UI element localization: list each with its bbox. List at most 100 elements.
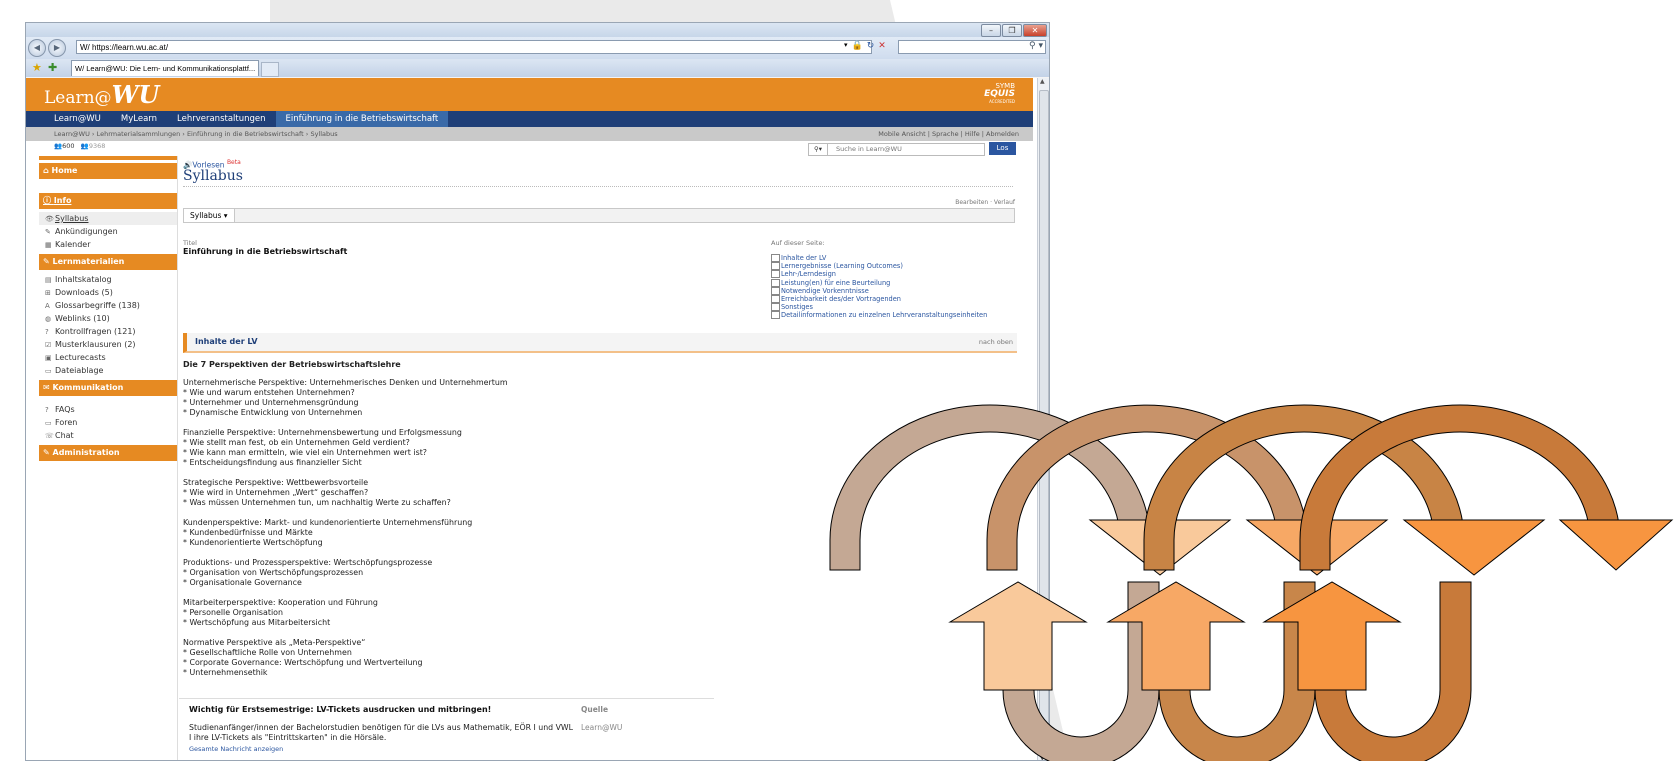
search-icon[interactable]: ⚲▾ bbox=[809, 144, 828, 155]
on-this-page-links: Inhalte der LV Lernergebnisse (Learning … bbox=[771, 254, 987, 320]
site-favicon-icon: W/ bbox=[80, 43, 92, 52]
forward-icon[interactable]: ▶ bbox=[48, 39, 66, 57]
sidebar-item-syllabus[interactable]: 👁Syllabus bbox=[39, 212, 177, 225]
minimize-icon[interactable]: – bbox=[981, 24, 1001, 37]
back-icon[interactable]: ◀ bbox=[28, 39, 46, 57]
toc-link[interactable]: Detailinformationen zu einzelnen Lehrver… bbox=[771, 311, 987, 320]
link-icon bbox=[771, 262, 780, 271]
toc-link[interactable]: Erreichbarkeit des/der Vortragenden bbox=[771, 295, 987, 304]
close-icon[interactable]: ✕ bbox=[1023, 24, 1047, 37]
restore-icon[interactable]: ❐ bbox=[1002, 24, 1022, 37]
sidebar-item-lecturecasts[interactable]: ▣ Lecturecasts bbox=[39, 351, 177, 364]
learnwu-logo[interactable]: Learn@WU bbox=[44, 82, 159, 111]
source-label: Quelle bbox=[581, 705, 609, 714]
tab-favicon-icon: W/ bbox=[75, 64, 87, 73]
stop-icon[interactable]: ✕ bbox=[878, 41, 886, 51]
sidebar-item-faqs[interactable]: ? FAQs bbox=[39, 403, 177, 416]
lock-icon[interactable]: 🔒 bbox=[852, 41, 863, 51]
breadcrumb-bar: Learn@WU › Lehrmaterialsammlungen › Einf… bbox=[26, 127, 1033, 141]
scroll-thumb[interactable] bbox=[1039, 90, 1049, 752]
link-icon bbox=[771, 311, 780, 320]
scroll-down-icon[interactable]: ▼ bbox=[1040, 755, 1045, 760]
search-button[interactable]: Los bbox=[989, 142, 1016, 155]
link-icon bbox=[771, 295, 780, 304]
browser-search-input[interactable]: ⚲ ▾ bbox=[898, 40, 1046, 54]
sidebar-item-dateiablage[interactable]: ▭ Dateiablage bbox=[39, 364, 177, 377]
users-icon: 👥 bbox=[54, 142, 63, 150]
sidebar-home[interactable]: ⌂ Home bbox=[39, 163, 177, 179]
site-header: Learn@WU SYMB EQUIS ACCREDITED bbox=[26, 78, 1033, 111]
top-links[interactable]: Mobile Ansicht | Sprache | Hilfe | Abmel… bbox=[878, 127, 1019, 141]
breadcrumb[interactable]: Learn@WU › Lehrmaterialsammlungen › Einf… bbox=[54, 127, 338, 141]
visits-icon: 👥 bbox=[80, 142, 89, 150]
body-text: Unternehmerische Perspektive: Unternehme… bbox=[183, 378, 508, 677]
sidebar-item-inhaltskatalog[interactable]: ▤ Inhaltskatalog bbox=[39, 273, 177, 286]
title-value: Einführung in die Betriebswirtschaft bbox=[183, 247, 348, 256]
chat-icon: ☏ bbox=[45, 432, 54, 440]
communication-icon: ✉ bbox=[43, 383, 53, 392]
sidebar-item-announcements[interactable]: ✎ Ankündigungen bbox=[39, 225, 177, 238]
favorites-star-icon[interactable]: ★ bbox=[32, 61, 42, 74]
home-icon: ⌂ bbox=[43, 166, 52, 175]
folder-icon: ▭ bbox=[45, 367, 52, 375]
tab-learnwu[interactable]: W/ Learn@WU: Die Lern- und Kommunikation… bbox=[71, 60, 259, 76]
sidebar-item-musterklausuren[interactable]: ☑ Musterklausuren (2) bbox=[39, 338, 177, 351]
section-title: Inhalte der LV bbox=[195, 337, 258, 346]
body-heading: Die 7 Perspektiven der Betriebswirtschaf… bbox=[183, 360, 401, 369]
back-to-top-link[interactable]: nach oben bbox=[979, 338, 1013, 346]
title-label: Titel bbox=[183, 239, 197, 247]
sidebar-item-downloads[interactable]: ⊞ Downloads (5) bbox=[39, 286, 177, 299]
sidebar-item-chat[interactable]: ☏Chat bbox=[39, 429, 177, 442]
scroll-up-icon[interactable]: ▲ bbox=[1040, 78, 1045, 85]
nav-mylearn[interactable]: MyLearn bbox=[111, 111, 167, 127]
toc-link[interactable]: Inhalte der LV bbox=[771, 254, 987, 262]
sidebar-item-weblinks[interactable]: ◍ Weblinks (10) bbox=[39, 312, 177, 325]
sidebar-kommunikation[interactable]: ✉ Kommunikation bbox=[39, 380, 177, 396]
syllabus-toolbar: Syllabus ▾ bbox=[183, 208, 1015, 223]
edit-links[interactable]: Bearbeiten · Verlauf bbox=[955, 199, 1015, 206]
sidebar-lernmaterialien[interactable]: ✎ Lernmaterialien bbox=[39, 254, 177, 270]
new-tab-button[interactable] bbox=[261, 62, 279, 77]
syllabus-body: Die 7 Perspektiven der Betriebswirtschaf… bbox=[183, 360, 508, 678]
syllabus-dropdown[interactable]: Syllabus ▾ bbox=[184, 209, 235, 222]
add-favorites-icon[interactable]: ✚ bbox=[48, 61, 57, 74]
site-search-input[interactable]: ⚲▾ Suche in Learn@WU bbox=[808, 143, 985, 156]
main-navigation: Learn@WU MyLearn Lehrveranstaltungen Ein… bbox=[26, 111, 1033, 127]
refresh-icon[interactable]: ↻ bbox=[867, 41, 875, 51]
calendar-icon: ▦ bbox=[45, 241, 52, 249]
title-bar: – ❐ ✕ bbox=[26, 23, 1049, 37]
section-header: Inhalte der LV nach oben bbox=[183, 333, 1017, 353]
sidebar-item-calendar[interactable]: ▦ Kalender bbox=[39, 238, 177, 251]
browser-window: – ❐ ✕ ◀ ▶ W/ https://learn.wu.ac.at/ ▾ 🔒… bbox=[25, 22, 1050, 761]
address-bar[interactable]: W/ https://learn.wu.ac.at/ bbox=[76, 40, 872, 54]
vertical-scrollbar[interactable]: ▲ ▼ bbox=[1037, 78, 1049, 760]
sidebar-info[interactable]: ⓘ Info bbox=[39, 193, 177, 209]
sidebar: ⌂ Home ⓘ Info 👁Syllabus ✎ Ankündigungen ▦… bbox=[39, 156, 178, 760]
notice-box: Wichtig für Erstsemestrige: LV-Tickets a… bbox=[179, 698, 714, 760]
dropdown-icon[interactable]: ▾ bbox=[844, 41, 848, 51]
nav-course[interactable]: Einführung in die Betriebswirtschaft bbox=[275, 111, 449, 127]
main-content: 🔊Vorlesen Beta Syllabus Bearbeiten · Ver… bbox=[179, 156, 1019, 760]
toc-link[interactable]: Lehr-/Lerndesign bbox=[771, 270, 987, 279]
source-value: Learn@WU bbox=[581, 723, 623, 732]
toc-link[interactable]: Sonstiges bbox=[771, 303, 987, 312]
sidebar-item-foren[interactable]: ▭ Foren bbox=[39, 416, 177, 429]
toc-link[interactable]: Leistung(en) für eine Beurteilung bbox=[771, 278, 987, 287]
nav-learnwu[interactable]: Learn@WU bbox=[26, 111, 111, 127]
navigation-bar: ◀ ▶ W/ https://learn.wu.ac.at/ ▾ 🔒 ↻ ✕ ⚲… bbox=[26, 37, 1049, 59]
info-icon: ⓘ bbox=[43, 196, 54, 205]
link-icon bbox=[771, 303, 780, 312]
nav-lehrveranstaltungen[interactable]: Lehrveranstaltungen bbox=[167, 111, 276, 127]
link-icon bbox=[771, 278, 780, 287]
equis-logo: SYMB EQUIS ACCREDITED bbox=[984, 82, 1015, 104]
sidebar-item-glossar[interactable]: A Glossarbegriffe (138) bbox=[39, 299, 177, 312]
sidebar-administration[interactable]: ✎ Administration bbox=[39, 445, 177, 461]
show-full-message-link[interactable]: Gesamte Nachricht anzeigen bbox=[189, 745, 283, 753]
link-icon bbox=[771, 286, 780, 295]
toc-link[interactable]: Notwendige Vorkenntnisse bbox=[771, 286, 987, 295]
sidebar-item-kontrollfragen[interactable]: ? Kontrollfragen (121) bbox=[39, 325, 177, 338]
materials-icon: ✎ bbox=[43, 257, 53, 266]
link-icon bbox=[771, 254, 780, 262]
toc-link[interactable]: Lernergebnisse (Learning Outcomes) bbox=[771, 262, 987, 271]
search-icon[interactable]: ⚲ ▾ bbox=[1029, 41, 1043, 51]
